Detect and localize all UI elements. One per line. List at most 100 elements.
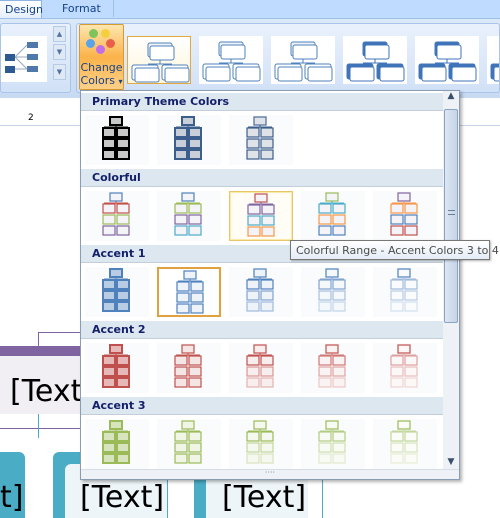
org-chart-color-icon	[246, 268, 274, 312]
teal-shape[interactable]	[194, 478, 206, 518]
org-chart-color-icon	[174, 192, 202, 236]
color-option-thumb[interactable]	[229, 343, 293, 393]
placeholder-text[interactable]: t]	[0, 480, 23, 515]
gallery-more[interactable]: ▼	[53, 64, 66, 80]
gallery-scrollbar[interactable]: ▲ ▼	[443, 91, 459, 469]
grip-icon	[448, 210, 455, 215]
change-colors-gallery: Primary Theme Colors Colorful Accent 1 Acce…	[80, 90, 460, 480]
org-chart-color-icon	[318, 192, 346, 236]
color-option-thumb[interactable]	[85, 419, 149, 469]
ribbon-tabs: Design Format	[0, 0, 500, 18]
smartart-styles-group: Change Colors ▾	[76, 23, 500, 93]
placeholder-text[interactable]: [Text]	[222, 480, 306, 515]
org-chart-color-icon	[174, 344, 202, 388]
color-option-thumb[interactable]	[157, 343, 221, 393]
org-chart-color-icon	[176, 270, 204, 314]
org-chart-color-icon	[390, 344, 418, 388]
color-option-thumb[interactable]	[301, 191, 365, 241]
palette-icon	[89, 29, 98, 38]
scroll-up-arrow[interactable]: ▲	[443, 91, 459, 105]
color-option-thumb[interactable]	[85, 115, 149, 165]
section-header: Primary Theme Colors	[81, 93, 443, 111]
color-option-thumb[interactable]	[229, 267, 293, 317]
connector-line	[38, 414, 39, 438]
hierarchy-layout-icon	[5, 42, 38, 73]
change-colors-label: Colors	[80, 74, 115, 87]
color-option-thumb[interactable]	[157, 267, 221, 317]
ribbon: ▲ ▼ ▼ Change Colors ▾	[0, 18, 500, 98]
ruler-mark: 2	[28, 113, 34, 123]
color-option-thumb[interactable]	[157, 115, 221, 165]
tab-format[interactable]: Format	[54, 0, 109, 18]
palette-dot	[96, 45, 105, 54]
smartart-style-thumb[interactable]	[487, 36, 500, 84]
section-header: Accent 2	[81, 321, 443, 339]
color-option-thumb[interactable]	[85, 343, 149, 393]
dropdown-arrow-icon: ▾	[118, 77, 123, 86]
layout-thumbnail[interactable]	[1, 36, 47, 82]
palette-dot	[101, 29, 110, 38]
palette-dot	[106, 39, 115, 48]
org-chart-style-icon	[131, 42, 190, 83]
placeholder-text[interactable]: [Text]	[80, 480, 164, 515]
org-chart-color-icon	[102, 420, 130, 464]
tab-design[interactable]: Design	[0, 0, 43, 18]
org-chart-style-icon	[274, 41, 333, 82]
section-header: Accent 3	[81, 397, 443, 415]
org-chart-color-icon	[247, 193, 275, 237]
color-option-thumb[interactable]	[157, 419, 221, 469]
org-chart-style-icon	[418, 41, 477, 82]
connector-line	[0, 428, 80, 429]
org-chart-color-icon	[174, 420, 202, 464]
palette-dot	[86, 39, 95, 48]
gallery-scroll-up[interactable]: ▲	[53, 26, 66, 42]
org-chart-color-icon	[246, 116, 274, 160]
color-option-thumb[interactable]	[229, 419, 293, 469]
color-option-thumb[interactable]	[85, 191, 149, 241]
gallery-scroll-down[interactable]: ▼	[53, 44, 66, 60]
org-chart-color-icon	[390, 192, 418, 236]
smartart-style-thumb[interactable]	[343, 36, 407, 84]
org-chart-color-icon	[174, 116, 202, 160]
change-colors-label: Change	[80, 61, 123, 74]
tab-divider	[113, 0, 114, 17]
color-option-thumb[interactable]	[373, 343, 437, 393]
smartart-style-thumb[interactable]	[199, 36, 263, 84]
resize-grip[interactable]: ····	[81, 469, 459, 479]
org-chart-color-icon	[102, 192, 130, 236]
color-option-thumb[interactable]	[229, 115, 293, 165]
connector-line	[38, 332, 80, 346]
scroll-down-arrow[interactable]: ▼	[443, 457, 459, 467]
color-option-thumb[interactable]	[157, 191, 221, 241]
smartart-style-thumb[interactable]	[127, 36, 191, 84]
org-chart-style-icon	[202, 41, 261, 82]
org-chart-color-icon	[246, 344, 274, 388]
tooltip: Colorful Range - Accent Colors 3 to 4	[290, 240, 499, 260]
color-option-thumb[interactable]	[373, 419, 437, 469]
color-option-thumb[interactable]	[373, 267, 437, 317]
smartart-style-thumb[interactable]	[415, 36, 479, 84]
color-option-thumb[interactable]	[301, 419, 365, 469]
section-header: Colorful	[81, 169, 443, 187]
color-option-thumb[interactable]	[85, 267, 149, 317]
change-colors-button[interactable]: Change Colors ▾	[79, 24, 124, 90]
org-chart-color-icon	[246, 420, 274, 464]
placeholder-text[interactable]: [Text	[10, 374, 82, 409]
scroll-thumb[interactable]	[444, 109, 458, 323]
org-chart-color-icon	[390, 268, 418, 312]
layouts-group: ▲ ▼ ▼	[0, 23, 71, 93]
color-option-thumb[interactable]	[373, 191, 437, 241]
org-chart-color-icon	[102, 344, 130, 388]
purple-shape-bar	[0, 346, 80, 356]
color-option-thumb[interactable]	[229, 191, 293, 241]
org-chart-color-icon	[390, 420, 418, 464]
org-chart-style-icon	[490, 63, 500, 82]
color-option-thumb[interactable]	[301, 343, 365, 393]
color-option-thumb[interactable]	[301, 267, 365, 317]
org-chart-color-icon	[318, 268, 346, 312]
org-chart-color-icon	[318, 344, 346, 388]
org-chart-color-icon	[318, 420, 346, 464]
org-chart-color-icon	[102, 116, 130, 160]
smartart-style-thumb[interactable]	[271, 36, 335, 84]
org-chart-style-icon	[346, 41, 405, 82]
